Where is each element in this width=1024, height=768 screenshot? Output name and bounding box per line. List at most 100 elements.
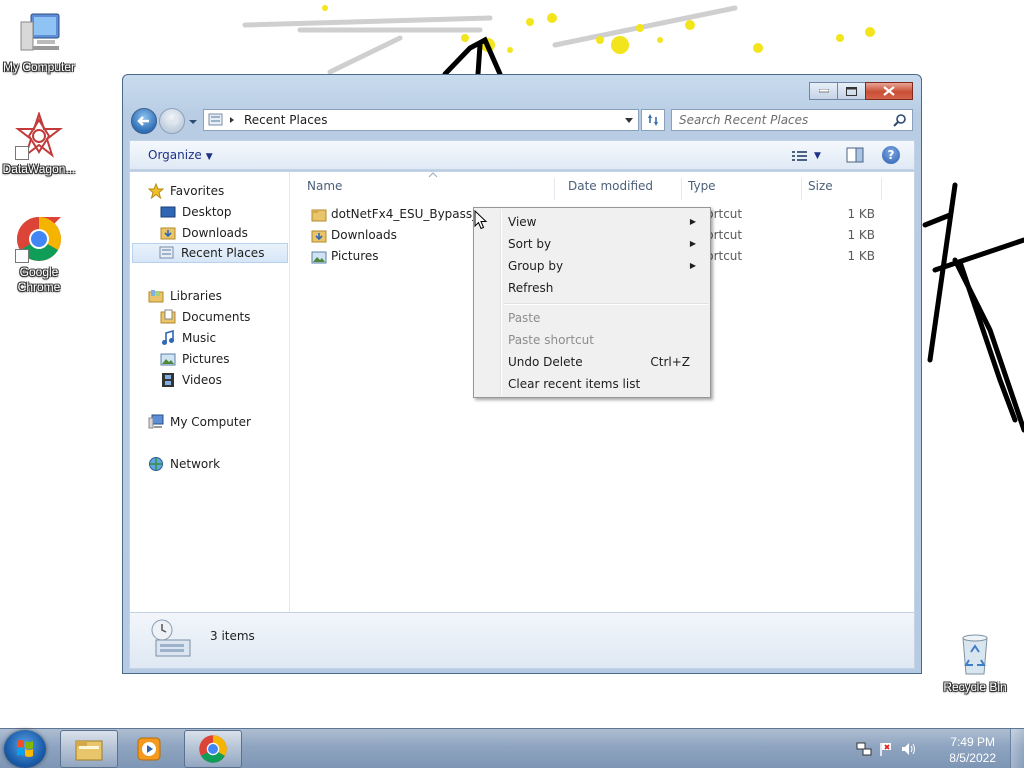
desktop-icon-recycle-bin[interactable]: Recycle Bin	[936, 630, 1014, 695]
menu-item-group-by[interactable]: Group by ▶	[476, 255, 708, 277]
chrome-icon	[199, 735, 227, 763]
system-tray: 7:49 PM 8/5/2022	[854, 729, 1024, 768]
menu-item-shortcut: Ctrl+Z	[650, 355, 690, 369]
nav-music[interactable]: Music	[160, 328, 288, 348]
nav-recent-places[interactable]: Recent Places	[132, 243, 288, 263]
recent-pages-dropdown[interactable]	[188, 116, 198, 126]
computer-icon	[15, 10, 63, 58]
recent-places-icon	[208, 113, 223, 126]
back-arrow-icon	[137, 116, 149, 126]
taskbar-media-player-button[interactable]	[120, 730, 178, 768]
nav-downloads[interactable]: Downloads	[160, 223, 288, 243]
menu-separator	[504, 303, 708, 305]
nav-label: Videos	[182, 373, 222, 387]
windows-logo-icon	[17, 740, 33, 757]
search-input[interactable]	[672, 110, 882, 130]
column-header-type[interactable]: Type	[682, 178, 802, 200]
column-header-name[interactable]: Name	[301, 178, 555, 200]
address-field[interactable]: Recent Places	[203, 109, 639, 131]
taskbar: 7:49 PM 8/5/2022	[0, 728, 1024, 768]
minimize-button[interactable]	[809, 82, 838, 100]
desktop-icon-label: Google Chrome	[17, 265, 61, 294]
show-desktop-button[interactable]	[1010, 729, 1024, 768]
back-button[interactable]	[131, 108, 157, 134]
folder-icon	[75, 740, 103, 761]
menu-item-label: Paste shortcut	[508, 333, 594, 347]
forward-arrow-icon	[168, 116, 180, 126]
menu-item-undo-delete[interactable]: Undo Delete Ctrl+Z	[476, 351, 708, 373]
help-button[interactable]: ?	[882, 146, 900, 164]
start-button[interactable]	[4, 730, 46, 768]
column-header-label: Date modified	[568, 179, 654, 193]
menu-item-paste[interactable]: Paste	[476, 307, 708, 329]
address-location: Recent Places	[244, 113, 328, 127]
pictures-icon	[311, 251, 327, 264]
forward-button[interactable]	[159, 108, 185, 134]
star-icon	[148, 183, 164, 199]
nav-favorites[interactable]: Favorites	[148, 181, 288, 201]
organize-button[interactable]: Organize ▼	[148, 148, 213, 162]
refresh-button[interactable]	[641, 109, 665, 131]
menu-item-sort-by[interactable]: Sort by ▶	[476, 233, 708, 255]
nav-documents[interactable]: Documents	[160, 307, 288, 327]
close-button[interactable]	[865, 82, 913, 100]
network-tray-icon[interactable]	[856, 741, 872, 757]
recycle-bin-icon	[951, 630, 999, 678]
action-center-flag-icon[interactable]	[878, 741, 894, 757]
file-size: 1 KB	[847, 249, 875, 263]
nav-label: Downloads	[182, 226, 248, 240]
shortcut-arrow-icon	[15, 249, 29, 263]
menu-item-refresh[interactable]: Refresh	[476, 277, 708, 299]
downloads-folder-icon	[160, 227, 176, 240]
chevron-down-icon: ▼	[814, 151, 821, 161]
menu-item-label: Undo Delete	[508, 355, 583, 369]
chrome-icon	[15, 215, 63, 263]
chevron-down-icon	[189, 120, 197, 124]
preview-pane-button[interactable]	[846, 147, 864, 166]
submenu-arrow-icon: ▶	[689, 239, 696, 248]
system-clock[interactable]: 7:49 PM 8/5/2022	[949, 734, 996, 766]
nav-desktop[interactable]: Desktop	[160, 202, 288, 222]
desktop-icon-label: My Computer	[2, 60, 76, 74]
submenu-arrow-icon: ▶	[689, 261, 696, 270]
column-header-size[interactable]: Size	[802, 178, 882, 200]
nav-libraries[interactable]: Libraries	[148, 286, 288, 306]
context-menu: View ▶ Sort by ▶ Group by ▶ Refresh Past…	[473, 207, 711, 398]
menu-item-label: Clear recent items list	[508, 377, 641, 391]
change-view-button[interactable]: ▼	[792, 147, 832, 165]
search-box[interactable]	[671, 109, 913, 131]
close-icon	[883, 86, 895, 96]
menu-item-paste-shortcut[interactable]: Paste shortcut	[476, 329, 708, 351]
desktop-icon-datawagon[interactable]: DataWagon...	[0, 110, 78, 177]
navigation-pane: Favorites Desktop Downloads Recent Place…	[130, 172, 290, 612]
address-dropdown-icon[interactable]	[624, 117, 634, 125]
datawagon-app-icon	[15, 110, 63, 160]
maximize-button[interactable]	[837, 82, 866, 100]
libraries-icon	[148, 290, 164, 303]
column-header-label: Type	[688, 179, 716, 193]
desktop-icon-my-computer[interactable]: My Computer	[0, 10, 78, 75]
window-controls	[809, 82, 913, 100]
computer-icon	[148, 414, 164, 429]
taskbar-chrome-button[interactable]	[184, 730, 242, 768]
command-toolbar: Organize ▼ ▼ ?	[129, 140, 915, 170]
taskbar-explorer-button[interactable]	[60, 730, 118, 768]
nav-network[interactable]: Network	[148, 454, 288, 474]
file-name: Downloads	[331, 228, 397, 242]
nav-my-computer[interactable]: My Computer	[148, 412, 288, 432]
nav-pictures[interactable]: Pictures	[160, 349, 288, 369]
file-size: 1 KB	[847, 228, 875, 242]
media-player-icon	[137, 737, 161, 761]
search-icon[interactable]	[893, 113, 907, 127]
music-note-icon	[162, 330, 174, 345]
volume-icon[interactable]	[900, 741, 916, 757]
nav-videos[interactable]: Videos	[160, 370, 288, 390]
menu-item-view[interactable]: View ▶	[476, 211, 708, 233]
recent-places-icon	[159, 246, 174, 259]
column-header-date-modified[interactable]: Date modified	[562, 178, 682, 200]
menu-item-clear-recent[interactable]: Clear recent items list	[476, 373, 708, 395]
desktop-icon-google-chrome[interactable]: Google Chrome	[0, 215, 78, 295]
help-icon: ?	[887, 148, 895, 162]
shortcut-arrow-icon	[15, 146, 29, 160]
desktop-icon	[160, 206, 176, 218]
